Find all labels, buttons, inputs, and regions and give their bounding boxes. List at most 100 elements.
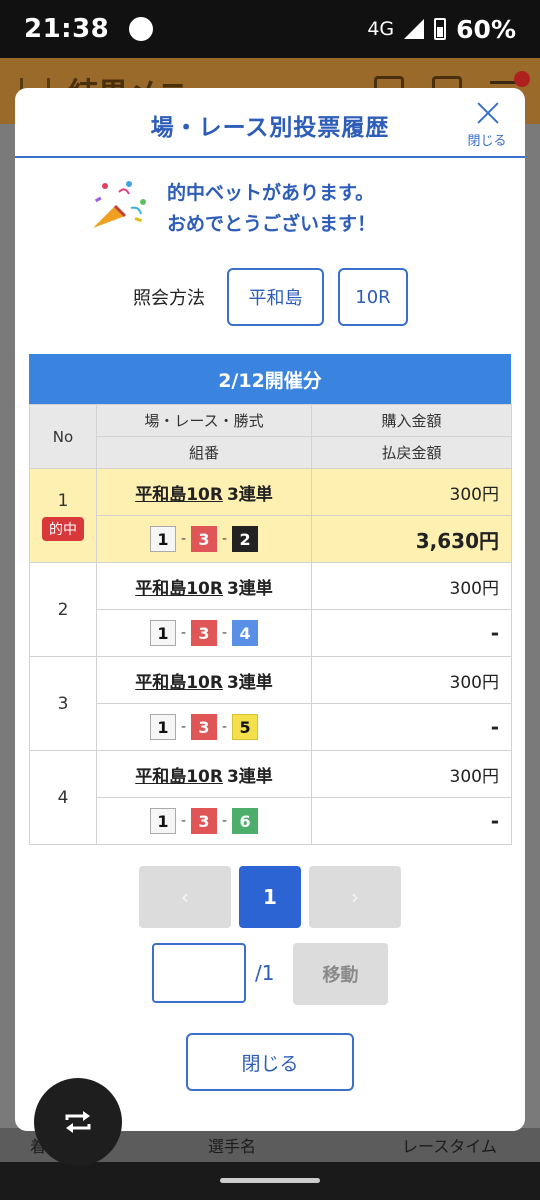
date-header: 2/12開催分 <box>29 354 511 404</box>
boat-5: 5 <box>232 714 259 740</box>
table-header-row: 組番 払戻金額 <box>30 436 512 469</box>
boat-2: 2 <box>232 526 259 552</box>
query-method-label: 照会方法 <box>133 288 205 309</box>
combo: 1 - 3 - 4 <box>149 620 259 646</box>
modal-header: 場・レース別投票履歴 閉じる <box>15 88 525 158</box>
table-row: 4 平和島10R 3連単 300円 <box>29 750 512 845</box>
boat-3: 3 <box>191 808 217 834</box>
combo-cell: 1 - 3 - 2 <box>96 515 312 563</box>
header-purchase: 購入金額 <box>311 404 512 437</box>
signal-icon <box>404 19 425 39</box>
race-link[interactable]: 平和島10R <box>135 673 223 693</box>
congrats-line1: 的中ベットがあります。 <box>167 182 375 204</box>
combo-separator: - <box>180 813 186 829</box>
row-no-cell: 1 的中 <box>29 468 97 563</box>
query-method: 照会方法 平和島 10R <box>15 268 525 326</box>
combo-cell: 1 - 3 - 4 <box>96 609 312 657</box>
boat-1: 1 <box>149 714 176 740</box>
purchase-amount: 300円 <box>311 656 512 704</box>
race-cell: 平和島10R 3連単 <box>96 562 312 610</box>
congrats-line2: おめでとうございます！ <box>167 213 377 235</box>
congrats-text: 的中ベットがあります。 おめでとうございます！ <box>167 178 376 240</box>
race-cell: 平和島10R 3連単 <box>96 656 312 704</box>
payout-amount: - <box>311 797 512 845</box>
table-row: 1 - 3 - 5 - <box>30 703 512 751</box>
combo-separator: - <box>180 719 186 735</box>
header-race: 場・レース・勝式 <box>96 404 312 437</box>
status-time: 21:38 <box>24 14 110 44</box>
boat-1: 1 <box>149 620 176 646</box>
boat-6: 6 <box>232 808 259 834</box>
row-no: 2 <box>29 562 97 657</box>
modal-close-label: 閉じる <box>467 134 507 149</box>
race-button[interactable]: 10R <box>338 268 408 326</box>
boat-3: 3 <box>191 714 217 740</box>
combo: 1 - 3 - 2 <box>149 526 259 552</box>
floating-rotate-button[interactable] <box>34 1078 122 1166</box>
nav-handle[interactable] <box>220 1178 320 1183</box>
bet-history-modal: 場・レース別投票履歴 閉じる 的中ベットがあります。 おめでとうございます！ 照… <box>15 88 525 1131</box>
combo-separator: - <box>222 719 228 735</box>
header-no: No <box>29 404 97 469</box>
row-no: 4 <box>29 750 97 845</box>
payout-amount: 3,630円 <box>311 515 512 563</box>
status-bar: 21:38 4G 60% <box>0 0 540 58</box>
battery-percent: 60% <box>456 14 516 44</box>
close-button[interactable]: 閉じる <box>186 1033 354 1091</box>
current-page-button[interactable]: 1 <box>239 866 301 928</box>
table-row: 2 平和島10R 3連単 300円 <box>29 562 512 657</box>
table-row: 1 - 3 - 4 - <box>30 609 512 657</box>
table-header-row: No 場・レース・勝式 購入金額 <box>29 404 512 469</box>
combo: 1 - 3 - 5 <box>149 714 259 740</box>
row-no: 1 <box>57 490 69 511</box>
congrats-message: 的中ベットがあります。 おめでとうございます！ <box>85 178 465 238</box>
venue-button[interactable]: 平和島 <box>227 268 324 326</box>
combo-separator: - <box>180 531 186 547</box>
race-link[interactable]: 平和島10R <box>135 767 223 787</box>
page-jump: /1 移動 <box>15 943 525 1005</box>
status-right: 4G 60% <box>367 15 516 44</box>
table-row: 1 的中 平和島10R 3連単 300円 <box>29 468 512 563</box>
network-type: 4G <box>367 18 395 40</box>
next-page-button[interactable]: › <box>309 866 401 928</box>
purchase-amount: 300円 <box>311 468 512 516</box>
boat-1: 1 <box>149 526 176 552</box>
page-total: /1 <box>255 961 275 985</box>
table-row: 1 - 3 - 2 3,630円 <box>30 515 512 563</box>
table-row: 1 - 3 - 6 - <box>30 797 512 845</box>
purchase-amount: 300円 <box>311 750 512 798</box>
jump-button[interactable]: 移動 <box>293 943 388 1005</box>
modal-close-button[interactable]: 閉じる <box>463 100 511 149</box>
payout-amount: - <box>311 703 512 751</box>
combo-cell: 1 - 3 - 5 <box>96 703 312 751</box>
close-icon <box>477 102 499 124</box>
purchase-amount: 300円 <box>311 562 512 610</box>
header-payout: 払戻金額 <box>311 436 512 469</box>
pagination: ‹ 1 › <box>15 866 525 928</box>
combo: 1 - 3 - 6 <box>149 808 259 834</box>
page-number-input[interactable] <box>152 943 246 1003</box>
boat-1: 1 <box>149 808 176 834</box>
bet-type: 3連単 <box>226 484 273 505</box>
table-row: 3 平和島10R 3連単 300円 <box>29 656 512 751</box>
notification-badge <box>514 70 530 87</box>
bet-type: 3連単 <box>226 578 273 599</box>
party-popper-icon <box>93 181 146 228</box>
background-col-racer: 選手名 <box>208 1137 257 1156</box>
bet-type: 3連単 <box>226 672 273 693</box>
race-link[interactable]: 平和島10R <box>135 485 223 505</box>
boat-3: 3 <box>191 620 217 646</box>
combo-separator: - <box>222 625 228 641</box>
race-cell: 平和島10R 3連単 <box>96 750 312 798</box>
combo-separator: - <box>180 625 186 641</box>
prev-page-button[interactable]: ‹ <box>139 866 231 928</box>
system-nav-bar <box>0 1162 540 1200</box>
background-col-time: レースタイム <box>402 1137 497 1156</box>
rotate-icon <box>65 1111 91 1133</box>
boat-4: 4 <box>232 620 259 646</box>
notification-dot-icon <box>129 17 154 41</box>
header-combo: 組番 <box>96 436 312 469</box>
combo-separator: - <box>222 813 228 829</box>
race-link[interactable]: 平和島10R <box>135 579 223 599</box>
row-no: 3 <box>29 656 97 751</box>
